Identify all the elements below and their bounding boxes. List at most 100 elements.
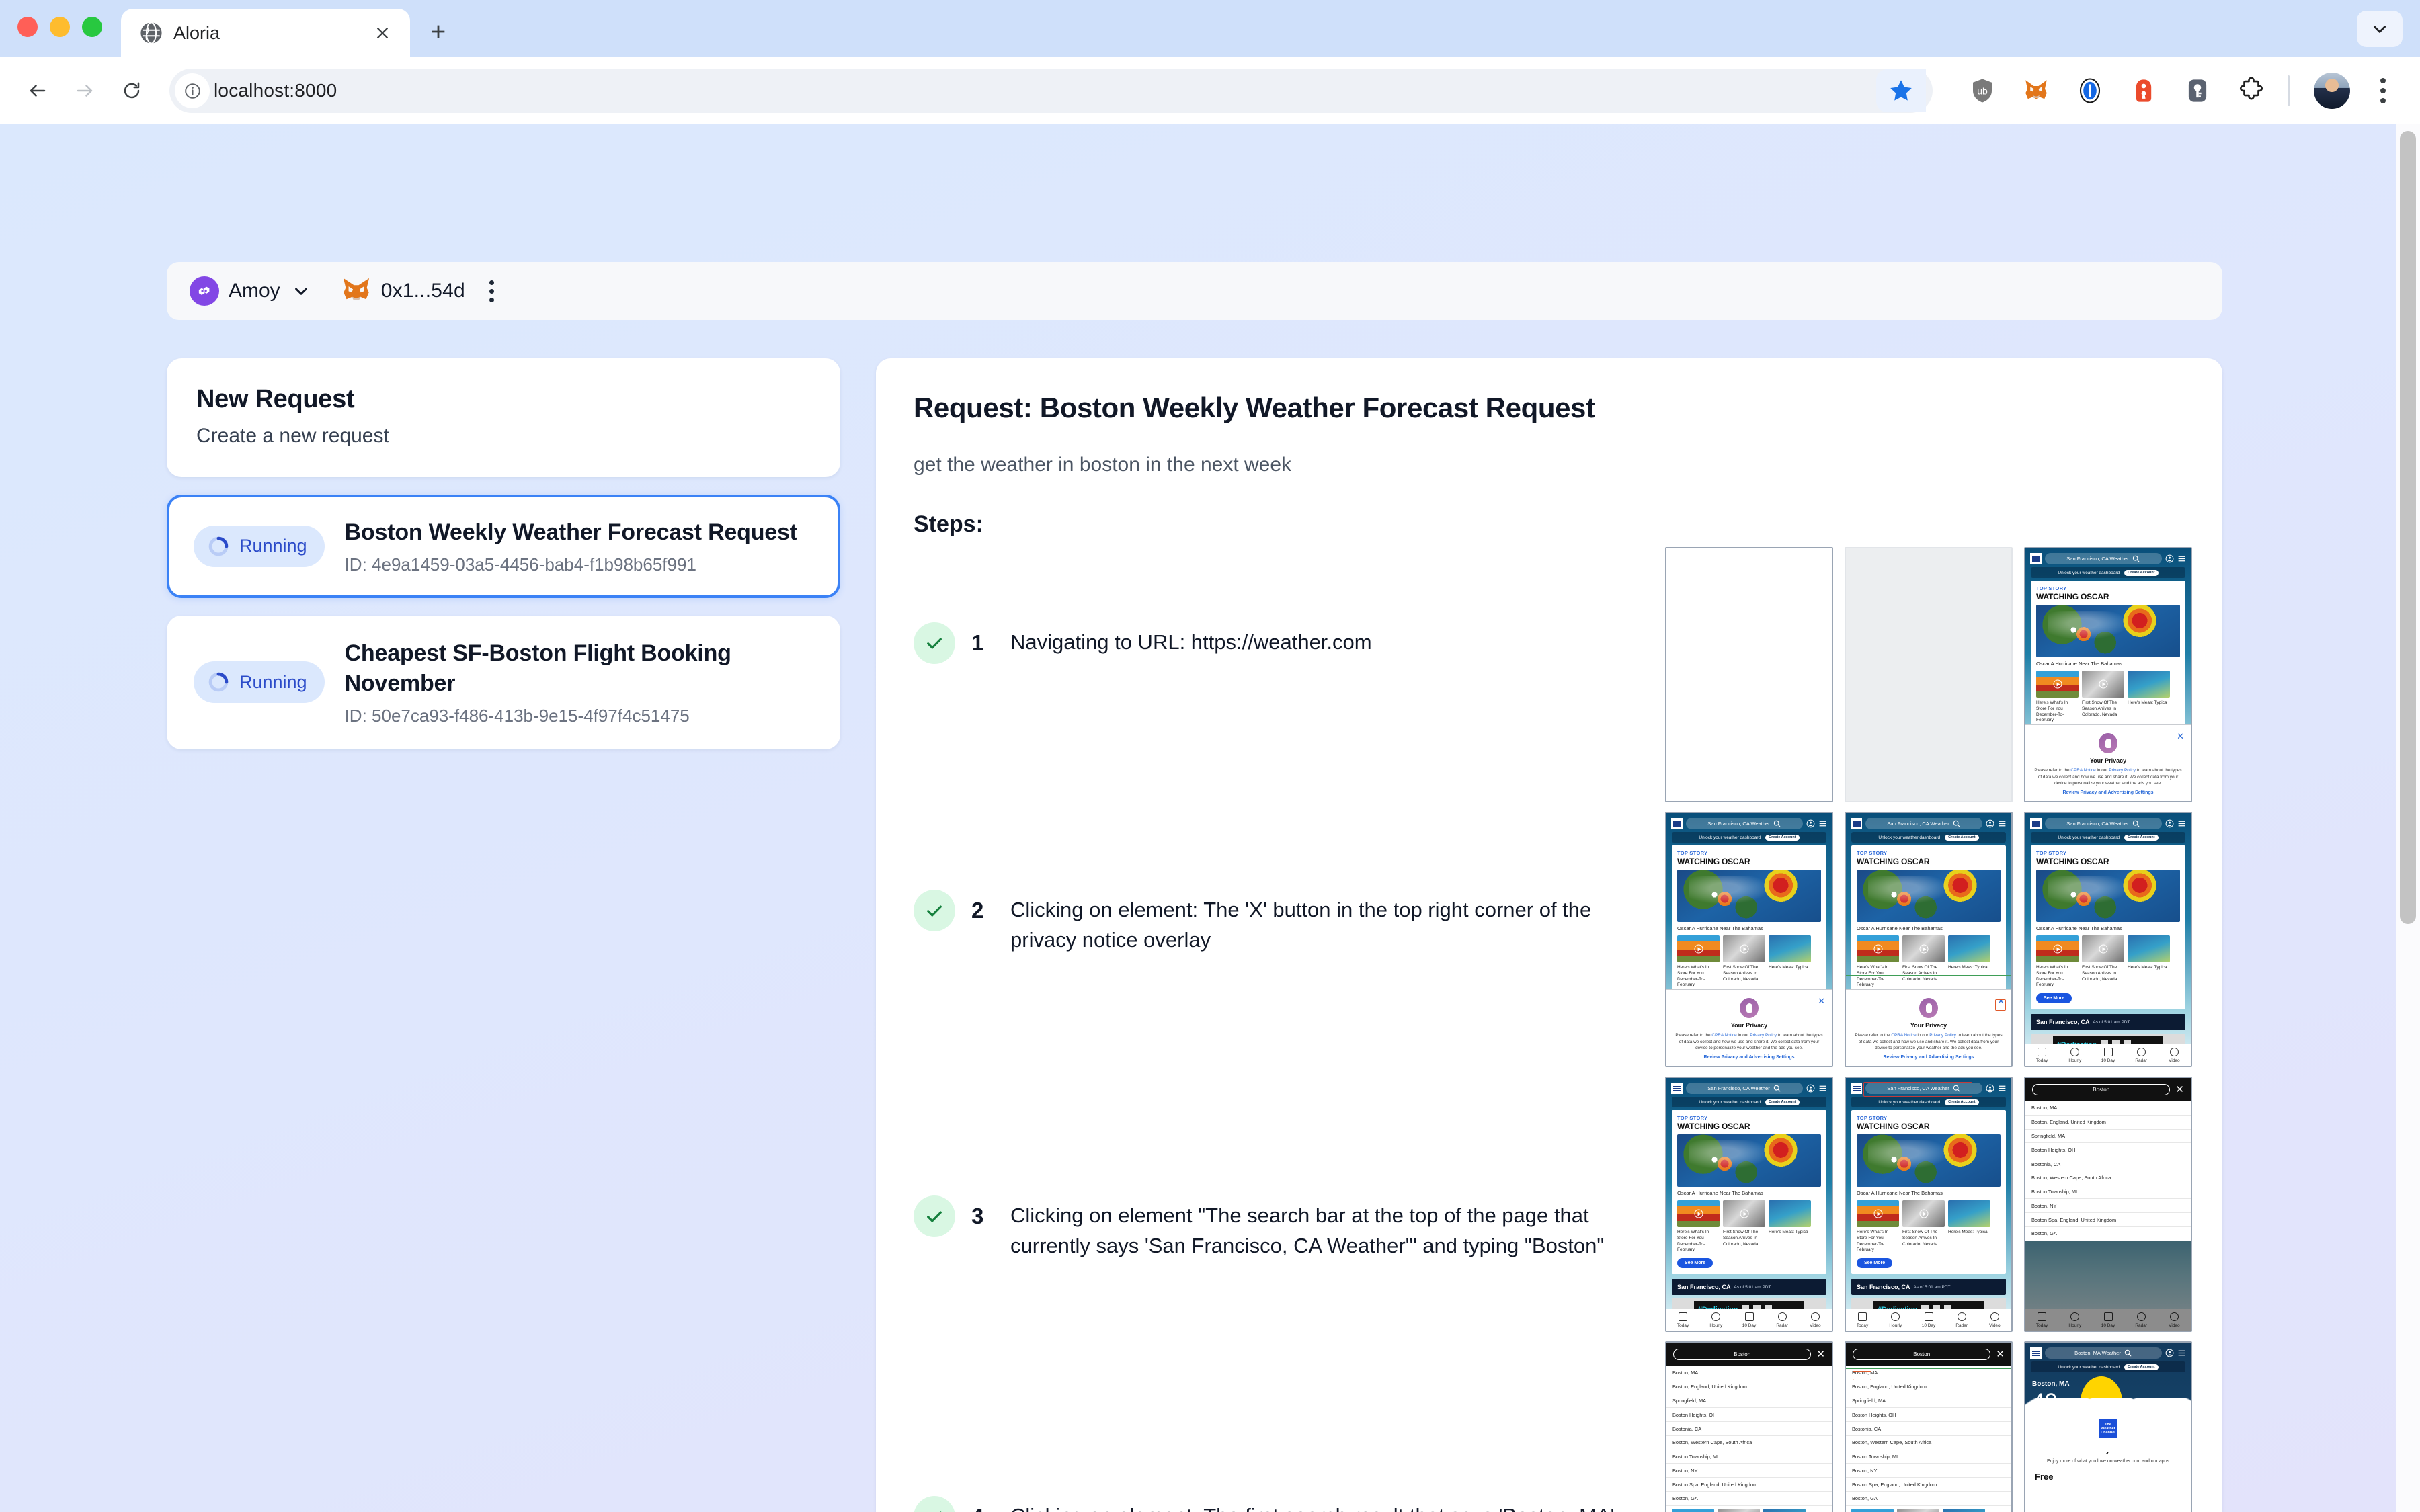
search-result-item[interactable]: Boston, NY bbox=[1666, 1464, 1832, 1478]
step-row-3[interactable]: 3 Clicking on element "The search bar at… bbox=[914, 1195, 1642, 1261]
browser-menu-button[interactable] bbox=[2365, 71, 2401, 111]
search-result-item[interactable]: Boston, NY bbox=[1846, 1464, 2011, 1478]
search-result-item[interactable]: Boston Spa, England, United Kingdom bbox=[2025, 1213, 2191, 1228]
search-result-item[interactable]: Boston, Western Cape, South Africa bbox=[1846, 1436, 2011, 1450]
search-result-item[interactable]: Boston, Western Cape, South Africa bbox=[2025, 1171, 2191, 1185]
account-icon[interactable] bbox=[2165, 1349, 2174, 1357]
review-settings-link[interactable]: Review Privacy and Advertising Settings bbox=[2032, 790, 2184, 795]
search-result-item[interactable]: Boston, GA bbox=[1846, 1492, 2011, 1506]
site-info-icon[interactable] bbox=[175, 73, 210, 108]
step-row-1[interactable]: 1 Navigating to URL: https://weather.com bbox=[914, 622, 1372, 664]
search-result-item[interactable]: Boston Heights, OH bbox=[1666, 1408, 1832, 1423]
search-result-item[interactable]: Boston Spa, England, United Kingdom bbox=[1666, 1478, 1832, 1493]
hamburger-menu-icon[interactable] bbox=[2177, 1349, 2186, 1357]
close-icon[interactable]: ✕ bbox=[1996, 1349, 2005, 1359]
minimize-window-button[interactable] bbox=[50, 17, 70, 37]
account-icon[interactable] bbox=[1986, 1084, 1994, 1093]
screenshot-thumbnail-annotated[interactable]: San Francisco, CA Weather Unlock your we… bbox=[1845, 1077, 2013, 1332]
hamburger-menu-icon[interactable] bbox=[2177, 819, 2186, 828]
search-input[interactable]: Boston bbox=[1853, 1349, 1991, 1360]
close-icon[interactable]: ✕ bbox=[1816, 1349, 1825, 1359]
site-search-field[interactable]: San Francisco, CA Weather bbox=[1686, 818, 1803, 829]
search-result-item[interactable]: Boston, England, United Kingdom bbox=[2025, 1116, 2191, 1130]
screenshot-thumbnail[interactable] bbox=[1845, 547, 2013, 802]
privacy-policy-link[interactable]: Privacy Policy bbox=[2109, 768, 2136, 773]
screenshot-thumbnail-annotated[interactable]: Boston ✕ Boston, MA Boston, England, Uni… bbox=[1845, 1341, 2013, 1512]
nav-hourly[interactable]: Hourly bbox=[2058, 1047, 2091, 1063]
page-scrollbar[interactable] bbox=[2396, 124, 2420, 1512]
hamburger-menu-icon[interactable] bbox=[2177, 554, 2186, 563]
search-result-item[interactable]: Boston Heights, OH bbox=[2025, 1143, 2191, 1158]
screenshot-thumbnail[interactable]: Boston ✕ Boston, MA Boston, England, Uni… bbox=[1665, 1341, 1833, 1512]
search-result-item[interactable]: Boston, NY bbox=[2025, 1199, 2191, 1214]
search-result-item[interactable]: Boston, England, United Kingdom bbox=[1666, 1380, 1832, 1394]
search-input[interactable]: Boston bbox=[2032, 1084, 2171, 1095]
site-search-field[interactable]: Boston, MA Weather bbox=[2045, 1347, 2162, 1359]
1password-icon[interactable] bbox=[2071, 72, 2109, 110]
search-result-item[interactable]: Boston Township, MI bbox=[1846, 1450, 2011, 1464]
account-icon[interactable] bbox=[1806, 819, 1815, 828]
hamburger-menu-icon[interactable] bbox=[1818, 819, 1827, 828]
search-result-item[interactable]: Springfield, MA bbox=[1666, 1394, 1832, 1409]
search-result-item[interactable]: Boston Township, MI bbox=[1666, 1450, 1832, 1464]
search-result-item[interactable]: Boston, MA bbox=[1666, 1366, 1832, 1380]
forward-button[interactable] bbox=[63, 69, 106, 112]
scrollbar-thumb[interactable] bbox=[2400, 131, 2416, 924]
story-card[interactable]: Here's Meas: Typica bbox=[2128, 671, 2170, 724]
nav-today[interactable]: Today bbox=[2025, 1047, 2058, 1063]
search-result-item[interactable]: Boston, GA bbox=[1666, 1492, 1832, 1506]
nav-10day[interactable]: 10 Day bbox=[2091, 1047, 2124, 1063]
request-list-item-1[interactable]: Running Cheapest SF-Boston Flight Bookin… bbox=[167, 615, 840, 749]
hamburger-menu-icon[interactable] bbox=[1998, 1084, 2007, 1093]
close-icon[interactable]: ✕ bbox=[2177, 732, 2184, 741]
new-tab-button[interactable] bbox=[419, 13, 457, 50]
back-button[interactable] bbox=[16, 69, 59, 112]
search-result-item[interactable]: Bostonia, CA bbox=[2025, 1157, 2191, 1171]
cpra-notice-link[interactable]: CPRA Notice bbox=[2070, 768, 2095, 773]
close-icon[interactable]: ✕ bbox=[2175, 1085, 2184, 1095]
search-result-item[interactable]: Boston Heights, OH bbox=[1846, 1408, 2011, 1423]
search-result-item[interactable]: Boston, Western Cape, South Africa bbox=[1666, 1436, 1832, 1450]
close-window-button[interactable] bbox=[17, 17, 38, 37]
close-icon[interactable]: ✕ bbox=[2177, 1414, 2185, 1426]
close-icon[interactable]: ✕ bbox=[1818, 997, 1825, 1005]
site-search-field[interactable]: San Francisco, CA Weather bbox=[1686, 1083, 1803, 1094]
hamburger-menu-icon[interactable] bbox=[1818, 1084, 1827, 1093]
hamburger-menu-icon[interactable] bbox=[1998, 819, 2007, 828]
story-card[interactable]: Here's What's In Store For You December-… bbox=[2036, 671, 2079, 724]
search-result-item[interactable]: Boston Spa, England, United Kingdom bbox=[1846, 1478, 2011, 1493]
screenshot-thumbnail[interactable]: San Francisco, CA Weather Unlock your we… bbox=[1665, 812, 1833, 1067]
create-account-button[interactable]: Create Account bbox=[2124, 569, 2159, 576]
ublock-origin-icon[interactable]: ub bbox=[1964, 72, 2001, 110]
close-tab-button[interactable] bbox=[370, 20, 395, 46]
search-result-item[interactable]: Springfield, MA bbox=[1846, 1394, 2011, 1409]
bitwarden-icon[interactable] bbox=[2179, 72, 2216, 110]
new-request-card[interactable]: New Request Create a new request bbox=[167, 358, 840, 477]
story-card[interactable]: First Snow Of The Season Arrives In Colo… bbox=[2082, 671, 2124, 724]
search-result-item[interactable]: Springfield, MA bbox=[2025, 1130, 2191, 1144]
reload-button[interactable] bbox=[110, 69, 153, 112]
account-icon[interactable] bbox=[1986, 819, 1994, 828]
browser-tab[interactable]: Aloria bbox=[121, 9, 410, 57]
metamask-icon[interactable] bbox=[2017, 72, 2055, 110]
site-search-field[interactable]: San Francisco, CA Weather bbox=[1865, 818, 1982, 829]
account-icon[interactable] bbox=[2165, 819, 2174, 828]
search-result-item[interactable]: Boston, GA bbox=[2025, 1227, 2191, 1241]
search-result-item[interactable]: Boston, England, United Kingdom bbox=[1846, 1380, 2011, 1394]
site-search-field[interactable]: San Francisco, CA Weather bbox=[2045, 818, 2162, 829]
search-result-item[interactable]: Boston Township, MI bbox=[2025, 1185, 2191, 1200]
request-list-item-0[interactable]: Running Boston Weekly Weather Forecast R… bbox=[167, 495, 840, 598]
chevron-down-icon[interactable] bbox=[291, 281, 311, 301]
private-internet-access-icon[interactable] bbox=[2125, 72, 2163, 110]
screenshot-thumbnail[interactable]: Boston, MA Weather Unlock your weather d… bbox=[2024, 1341, 2192, 1512]
account-icon[interactable] bbox=[2165, 554, 2174, 563]
account-icon[interactable] bbox=[1806, 1084, 1815, 1093]
screenshot-thumbnail[interactable]: San Francisco, CA Weather Here's What's … bbox=[2024, 1077, 2192, 1332]
search-result-item[interactable]: Bostonia, CA bbox=[1846, 1422, 2011, 1436]
screenshot-thumbnail-annotated[interactable]: San Francisco, CA Weather Unlock your we… bbox=[1845, 812, 2013, 1067]
tab-search-button[interactable] bbox=[2357, 11, 2403, 47]
extensions-puzzle-icon[interactable] bbox=[2232, 72, 2270, 110]
search-input[interactable]: Boston bbox=[1673, 1349, 1812, 1360]
nav-video[interactable]: Video bbox=[2158, 1047, 2191, 1063]
screenshot-thumbnail[interactable]: San Francisco, CA Weather Unlock your we… bbox=[2024, 547, 2192, 802]
